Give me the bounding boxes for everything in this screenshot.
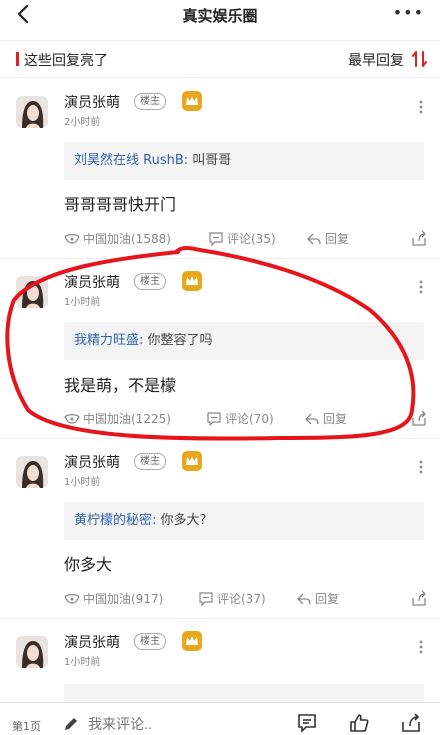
author-name[interactable]: 演员张萌 — [64, 272, 120, 292]
reply-button[interactable]: 回复 — [306, 230, 349, 247]
avatar[interactable] — [16, 96, 48, 128]
reply-button[interactable]: 回复 — [304, 410, 347, 427]
quoted-comment[interactable]: 黄柠檬的秘密: 你多大? — [64, 502, 424, 540]
share-icon[interactable] — [410, 410, 428, 428]
comment-input[interactable] — [86, 715, 271, 733]
comment-button[interactable]: 评论(35) — [208, 230, 276, 247]
reply-label: 回复 — [323, 412, 348, 426]
quoted-comment-partial[interactable] — [64, 684, 424, 702]
post-time: 1小时前 — [64, 297, 101, 308]
post-actions: 中国加油(917) 评论(37) 回复 — [64, 590, 428, 610]
thumbs-up-icon[interactable] — [348, 712, 370, 734]
comment-count: 评论(70) — [225, 412, 274, 426]
comment-button[interactable]: 评论(37) — [198, 590, 266, 607]
quoted-author[interactable]: 刘昊然在线 RushB: — [74, 153, 188, 168]
top-nav-bar: 真实娱乐圈 ••• — [0, 0, 440, 32]
more-options-icon[interactable]: ••• — [393, 3, 424, 22]
quoted-text: 你多大? — [156, 513, 207, 528]
crown-icon — [182, 271, 202, 291]
cheer-icon — [64, 593, 80, 604]
page-title: 真实娱乐圈 — [182, 7, 258, 25]
sort-icon[interactable] — [410, 49, 430, 69]
crown-icon — [182, 631, 202, 651]
post-time: 2小时前 — [64, 117, 101, 128]
post-divider — [0, 258, 440, 259]
host-badge: 楼主 — [134, 93, 166, 110]
page-indicator[interactable]: 第1页 — [12, 718, 41, 734]
share-icon[interactable] — [410, 230, 428, 248]
reply-label: 回复 — [315, 592, 340, 606]
pencil-icon — [65, 718, 77, 730]
crown-icon — [182, 91, 202, 111]
post-divider — [0, 618, 440, 619]
reply-button[interactable]: 回复 — [296, 590, 339, 607]
comment-count: 评论(37) — [217, 592, 266, 606]
avatar[interactable] — [16, 456, 48, 488]
reply-body: 我是萌，不是檬 — [64, 376, 177, 395]
post-more-icon[interactable] — [418, 460, 424, 474]
host-badge: 楼主 — [134, 273, 166, 290]
reply-icon — [305, 413, 319, 424]
author-name[interactable]: 演员张萌 — [64, 632, 120, 652]
quoted-author[interactable]: 黄柠檬的秘密: — [74, 513, 156, 528]
reply-body: 你多大 — [64, 555, 113, 574]
quoted-author[interactable]: 我精力旺盛: — [74, 333, 143, 348]
avatar[interactable] — [16, 636, 48, 668]
author-name[interactable]: 演员张萌 — [64, 452, 120, 472]
post-actions: 中国加油(1225) 评论(70) 回复 — [64, 410, 428, 430]
quoted-text: 你整容了吗 — [143, 333, 213, 348]
reply-icon — [297, 593, 311, 604]
share-icon[interactable] — [410, 590, 428, 608]
author-name[interactable]: 演员张萌 — [64, 92, 120, 112]
comment-button[interactable]: 评论(70) — [206, 410, 274, 427]
post-time: 1小时前 — [64, 477, 101, 488]
reply-body: 哥哥哥哥快开门 — [64, 195, 177, 214]
post-more-icon[interactable] — [418, 640, 424, 654]
post-more-icon[interactable] — [418, 100, 424, 114]
like-button[interactable]: 中国加油(1588) — [64, 230, 171, 247]
avatar[interactable] — [16, 276, 48, 308]
quoted-text: 叫哥哥 — [188, 153, 232, 168]
comment-icon — [209, 231, 223, 246]
comment-count: 评论(35) — [227, 232, 276, 246]
share-icon[interactable] — [400, 712, 422, 734]
post-actions: 中国加油(1588) 评论(35) 回复 — [64, 230, 428, 250]
like-button[interactable]: 中国加油(1225) — [64, 410, 171, 427]
cheer-icon — [64, 413, 80, 424]
quoted-comment[interactable]: 刘昊然在线 RushB: 叫哥哥 — [64, 142, 424, 180]
comment-icon — [207, 411, 221, 426]
crown-icon — [182, 451, 202, 471]
reply-icon — [307, 233, 321, 244]
host-badge: 楼主 — [134, 453, 166, 470]
comments-icon[interactable] — [296, 712, 318, 734]
filter-accent-bar — [16, 52, 19, 66]
filter-bar: 这些回复亮了 最早回复 — [0, 40, 440, 78]
quoted-comment[interactable]: 我精力旺盛: 你整容了吗 — [64, 322, 424, 360]
like-count: 中国加油(917) — [83, 592, 164, 606]
post-divider — [0, 438, 440, 439]
sort-button[interactable]: 最早回复 — [348, 50, 404, 70]
filter-label: 这些回复亮了 — [24, 53, 108, 69]
post-more-icon[interactable] — [418, 280, 424, 294]
like-count: 中国加油(1588) — [83, 232, 171, 246]
bottom-bar: 第1页 — [0, 702, 440, 735]
like-count: 中国加油(1225) — [83, 412, 171, 426]
host-badge: 楼主 — [134, 633, 166, 650]
comment-icon — [199, 591, 213, 606]
cheer-icon — [64, 233, 80, 244]
like-button[interactable]: 中国加油(917) — [64, 590, 163, 607]
reply-label: 回复 — [325, 232, 350, 246]
post-time: 1小时前 — [64, 657, 101, 668]
